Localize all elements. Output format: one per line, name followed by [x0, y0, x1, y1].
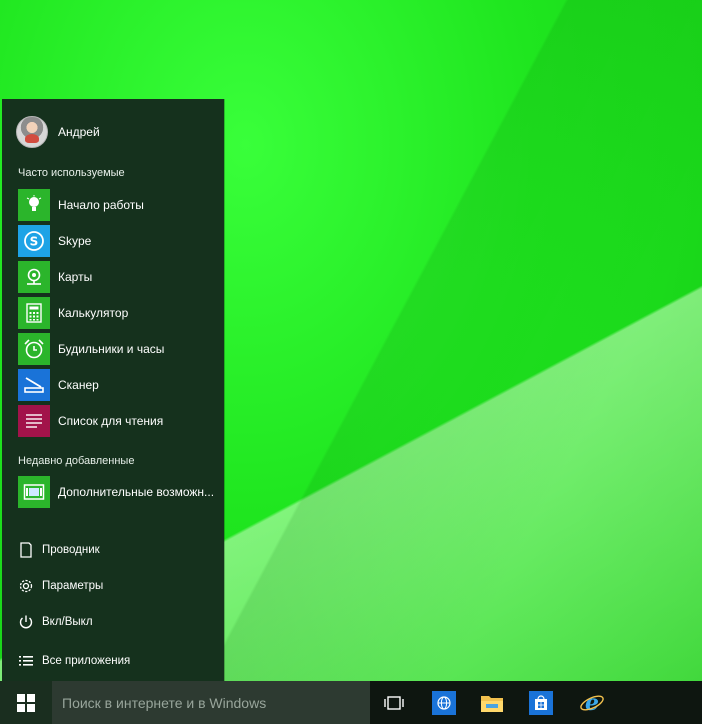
all-apps-icon: [18, 653, 34, 669]
app-label: Сканер: [58, 378, 99, 392]
file-explorer-icon[interactable]: [476, 687, 508, 719]
sys-item-power[interactable]: Вкл/Выкл: [18, 610, 218, 634]
extras-icon: [18, 476, 50, 508]
app-item-get-started[interactable]: Начало работы: [18, 189, 218, 221]
app-label: Карты: [58, 270, 93, 284]
sys-item-settings[interactable]: Параметры: [18, 574, 218, 598]
svg-text:S: S: [30, 235, 39, 249]
app-item-reading-list[interactable]: Список для чтения: [18, 405, 218, 437]
skype-icon: S: [18, 225, 50, 257]
app-label: Список для чтения: [58, 414, 164, 428]
app-label: Калькулятор: [58, 306, 129, 320]
power-icon: [18, 614, 34, 630]
app-item-scanner[interactable]: Сканер: [18, 369, 218, 401]
app-item-alarms[interactable]: Будильники и часы: [18, 333, 218, 365]
svg-text:e: e: [585, 690, 599, 716]
app-item-skype[interactable]: S Skype: [18, 225, 218, 257]
network-globe-icon[interactable]: [428, 687, 460, 719]
sys-item-explorer[interactable]: Проводник: [18, 538, 218, 562]
windows-logo-icon: [17, 693, 35, 712]
taskbar: Поиск в интернете и в Windows e: [0, 681, 702, 724]
app-label: Начало работы: [58, 198, 144, 212]
app-label: Будильники и часы: [58, 342, 165, 356]
app-label: Дополнительные возможн...: [58, 485, 215, 499]
task-view-icon[interactable]: [378, 687, 410, 719]
alarm-clock-icon: [18, 333, 50, 365]
sys-item-all-apps[interactable]: Все приложения: [18, 649, 218, 673]
section-title-frequent: Часто используемые: [18, 167, 125, 179]
user-avatar: [16, 116, 48, 148]
sys-label: Вкл/Выкл: [42, 616, 93, 628]
search-box[interactable]: Поиск в интернете и в Windows: [52, 681, 370, 724]
section-title-recent: Недавно добавленные: [18, 455, 135, 467]
lightbulb-icon: [18, 189, 50, 221]
app-item-extras[interactable]: Дополнительные возможн...: [18, 476, 218, 508]
sys-label: Проводник: [42, 544, 100, 556]
user-name: Андрей: [58, 125, 100, 139]
sys-label: Параметры: [42, 580, 104, 592]
calculator-icon: [18, 297, 50, 329]
user-account[interactable]: Андрей: [16, 116, 100, 148]
explorer-icon: [18, 542, 34, 558]
search-placeholder: Поиск в интернете и в Windows: [62, 694, 267, 711]
settings-gear-icon: [18, 578, 34, 594]
sys-label: Все приложения: [42, 655, 131, 667]
app-label: Skype: [58, 234, 92, 248]
reading-list-icon: [18, 405, 50, 437]
scanner-icon: [18, 369, 50, 401]
start-button[interactable]: [0, 681, 52, 724]
app-item-calculator[interactable]: Калькулятор: [18, 297, 218, 329]
internet-explorer-icon[interactable]: e: [576, 687, 608, 719]
maps-icon: [18, 261, 50, 293]
store-icon[interactable]: [525, 687, 557, 719]
app-item-maps[interactable]: Карты: [18, 261, 218, 293]
